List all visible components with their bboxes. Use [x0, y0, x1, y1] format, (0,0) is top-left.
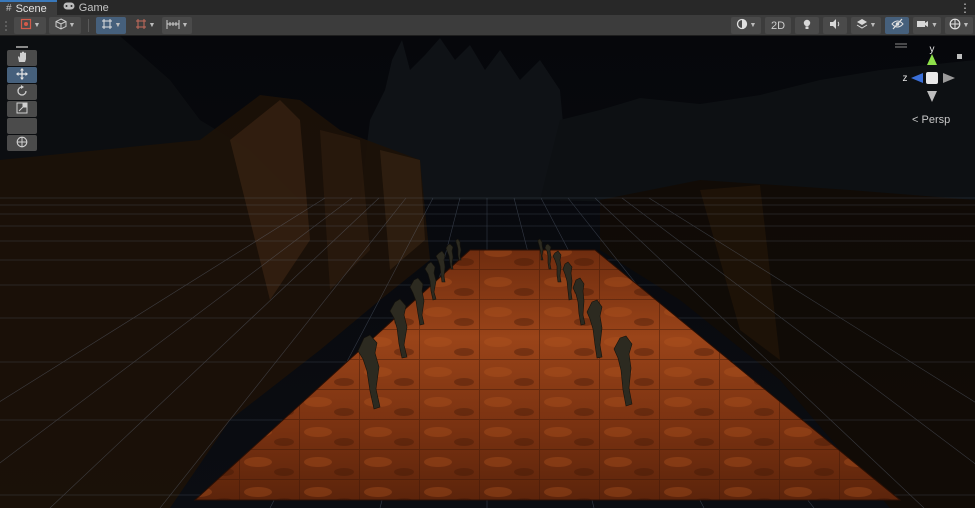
projection-label: Persp — [921, 114, 951, 126]
chevron-down-icon: ▼ — [68, 22, 76, 29]
grid-snap-icon — [101, 18, 113, 33]
chevron-down-icon: ▼ — [931, 22, 938, 29]
camera-settings-dropdown[interactable]: ▼ — [913, 17, 941, 34]
gizmo-y-label: y — [930, 44, 935, 55]
speaker-icon — [829, 18, 841, 33]
gizmo-z-axis[interactable] — [911, 73, 923, 83]
ruler-icon — [166, 18, 180, 33]
gizmos-globe-icon — [949, 18, 961, 33]
view-tool-button[interactable] — [7, 50, 37, 66]
gizmo-y-negative-axis[interactable] — [927, 91, 937, 102]
eye-slash-icon — [890, 18, 904, 33]
snap-increment-icon — [135, 18, 147, 33]
grid-snapping-toggle[interactable]: ▼ — [96, 17, 126, 34]
camera-icon — [916, 18, 929, 33]
lighting-toggle[interactable] — [795, 17, 819, 34]
transform-tool-button[interactable] — [7, 135, 37, 151]
gizmo-grip-icon — [895, 43, 907, 48]
move-tool-button[interactable] — [7, 67, 37, 83]
projection-toggle[interactable]: < Persp — [912, 114, 950, 126]
2d-mode-button[interactable]: 2D — [765, 17, 791, 34]
scene-viewport[interactable] — [0, 36, 975, 508]
increment-snap-dropdown[interactable]: ▼ — [130, 17, 160, 34]
lightbulb-icon — [801, 18, 813, 33]
scene-render — [0, 36, 975, 508]
shading-sphere-icon — [736, 18, 748, 33]
chevron-down-icon: ▼ — [749, 22, 757, 29]
transform-globe-icon — [16, 136, 28, 151]
pivot-mode-dropdown[interactable]: ▼ — [14, 17, 46, 34]
rotate-tool-button[interactable] — [7, 84, 37, 100]
effects-layers-icon — [856, 18, 868, 33]
window-tab-bar: # Scene Game ⋮ — [0, 0, 975, 15]
tab-game[interactable]: Game — [57, 0, 119, 15]
more-options-icon[interactable]: ⋮ — [959, 0, 971, 15]
gizmo-center-cube[interactable] — [926, 72, 938, 84]
tools-overlay — [7, 44, 37, 152]
cube-icon — [55, 18, 67, 33]
gizmo-z-label: z — [903, 73, 908, 84]
chevron-down-icon: ▼ — [962, 22, 970, 29]
gizmo-y-axis[interactable] — [927, 54, 937, 65]
hash-icon: # — [6, 3, 12, 14]
draw-mode-dropdown[interactable]: ▼ — [731, 17, 761, 34]
scene-visibility-toggle[interactable] — [885, 17, 909, 34]
rotate-icon — [16, 84, 28, 100]
chevron-down-icon: ▼ — [33, 22, 41, 29]
toolbar-divider — [88, 19, 89, 32]
rect-transform-icon — [16, 119, 28, 134]
chevron-down-icon: ▼ — [148, 22, 156, 29]
chevron-down-icon: ▼ — [869, 22, 877, 29]
global-local-dropdown[interactable]: ▼ — [49, 17, 81, 34]
chevron-down-icon: ▼ — [181, 22, 189, 29]
scene-toolbar: ▼ ▼ ▼ ▼ ▼ ▼ 2D ▼ ▼ ▼ — [0, 15, 975, 36]
scale-icon — [16, 102, 28, 117]
2d-mode-label: 2D — [770, 19, 786, 32]
snap-settings-dropdown[interactable]: ▼ — [162, 17, 192, 34]
gizmos-dropdown[interactable]: ▼ — [945, 17, 973, 34]
tab-scene-label: Scene — [15, 2, 47, 15]
move-arrows-icon — [16, 67, 28, 83]
angle-bracket-icon: < — [912, 114, 919, 126]
tab-game-label: Game — [78, 1, 109, 14]
effects-dropdown[interactable]: ▼ — [851, 17, 881, 34]
tab-scene[interactable]: # Scene — [0, 0, 57, 15]
audio-toggle[interactable] — [823, 17, 847, 34]
gamepad-icon — [63, 2, 75, 13]
chevron-down-icon: ▼ — [114, 22, 122, 29]
pivot-icon — [20, 18, 32, 33]
gizmo-x-negative-axis[interactable] — [943, 73, 955, 83]
rect-tool-button[interactable] — [7, 118, 37, 134]
toolbar-grip-icon — [4, 17, 8, 34]
scale-tool-button[interactable] — [7, 101, 37, 117]
hand-icon — [16, 51, 28, 66]
gizmo-lock-icon[interactable] — [957, 54, 962, 59]
